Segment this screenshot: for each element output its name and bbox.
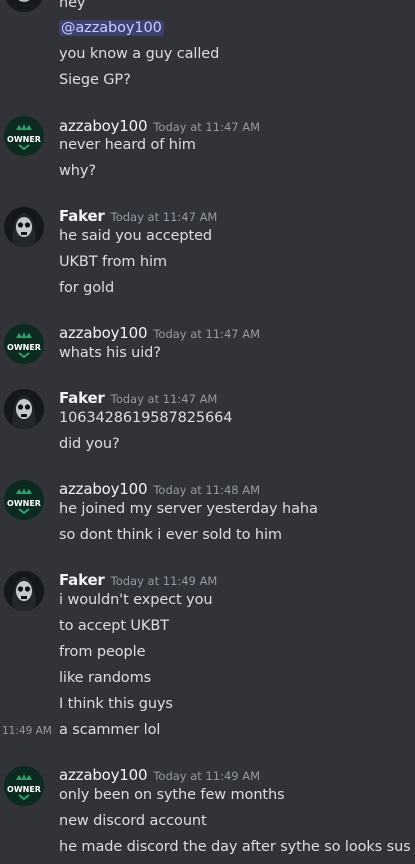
faker-avatar[interactable] xyxy=(4,207,44,247)
message-timestamp[interactable]: Today at 11:49 AM xyxy=(111,574,218,588)
message-header: Faker Today at 11:47 AM xyxy=(59,388,217,408)
message-text: to accept UKBT xyxy=(59,618,169,634)
message-header: azzaboy100 Today at 11:47 AM xyxy=(59,323,260,343)
chat-message-list: hey @azzaboy100 you know a guy called Si… xyxy=(0,0,415,864)
user-avatar[interactable] xyxy=(4,0,44,12)
owner-avatar[interactable]: OWNER xyxy=(4,480,44,520)
faker-avatar[interactable] xyxy=(4,571,44,611)
owner-avatar[interactable]: OWNER xyxy=(4,324,44,364)
message-text: UKBT from him xyxy=(59,254,167,270)
message-text: a scammer lol xyxy=(59,722,161,738)
message-header: Faker Today at 11:47 AM xyxy=(59,206,217,226)
owner-badge-text: OWNER xyxy=(7,135,41,144)
message-text: so dont think i ever sold to him xyxy=(59,527,282,543)
hover-timestamp[interactable]: 11:49 AM xyxy=(2,725,52,737)
owner-badge-text: OWNER xyxy=(7,499,41,508)
username[interactable]: azzaboy100 xyxy=(59,324,148,342)
owner-badge-text: OWNER xyxy=(7,785,41,794)
message-text: 1063428619587825664 xyxy=(59,410,233,426)
message-text: like randoms xyxy=(59,670,152,686)
username[interactable]: azzaboy100 xyxy=(59,480,148,498)
owner-avatar[interactable]: OWNER xyxy=(4,116,44,156)
message-text: only been on sythe few months xyxy=(59,787,285,803)
message-text: he made discord the day after sythe so l… xyxy=(59,839,411,855)
username[interactable]: Faker xyxy=(59,571,105,589)
message-text: he joined my server yesterday haha xyxy=(59,501,318,517)
message-text: for gold xyxy=(59,280,115,296)
message-header: azzaboy100 Today at 11:47 AM xyxy=(59,116,260,136)
message-text: you know a guy called xyxy=(59,46,220,62)
message-text: why? xyxy=(59,163,96,179)
message-timestamp[interactable]: Today at 11:47 AM xyxy=(111,392,218,406)
username[interactable]: Faker xyxy=(59,207,105,225)
message-text: I think this guys xyxy=(59,696,173,712)
message-text: @azzaboy100 xyxy=(59,20,164,36)
faker-avatar[interactable] xyxy=(4,389,44,429)
message-header: azzaboy100 Today at 11:49 AM xyxy=(59,765,260,785)
message-header: Faker Today at 11:49 AM xyxy=(59,570,217,590)
username[interactable]: azzaboy100 xyxy=(59,766,148,784)
username[interactable]: Faker xyxy=(59,389,105,407)
message-text: hey xyxy=(59,0,86,11)
message-timestamp[interactable]: Today at 11:47 AM xyxy=(153,327,260,341)
message-text: Siege GP? xyxy=(59,72,131,88)
message-text: whats his uid? xyxy=(59,345,161,361)
owner-avatar[interactable]: OWNER xyxy=(4,766,44,806)
message-timestamp[interactable]: Today at 11:47 AM xyxy=(111,210,218,224)
message-timestamp[interactable]: Today at 11:49 AM xyxy=(153,769,260,783)
message-header: azzaboy100 Today at 11:48 AM xyxy=(59,479,260,499)
owner-badge-text: OWNER xyxy=(7,343,41,352)
message-text: he said you accepted xyxy=(59,228,213,244)
message-text: from people xyxy=(59,644,146,660)
message-timestamp[interactable]: Today at 11:48 AM xyxy=(153,483,260,497)
username[interactable]: azzaboy100 xyxy=(59,117,148,135)
message-timestamp[interactable]: Today at 11:47 AM xyxy=(153,120,260,134)
message-text: never heard of him xyxy=(59,137,196,153)
message-text: did you? xyxy=(59,436,120,452)
message-text: i wouldn't expect you xyxy=(59,592,213,608)
user-mention[interactable]: @azzaboy100 xyxy=(59,20,164,36)
message-text: new discord account xyxy=(59,813,207,829)
